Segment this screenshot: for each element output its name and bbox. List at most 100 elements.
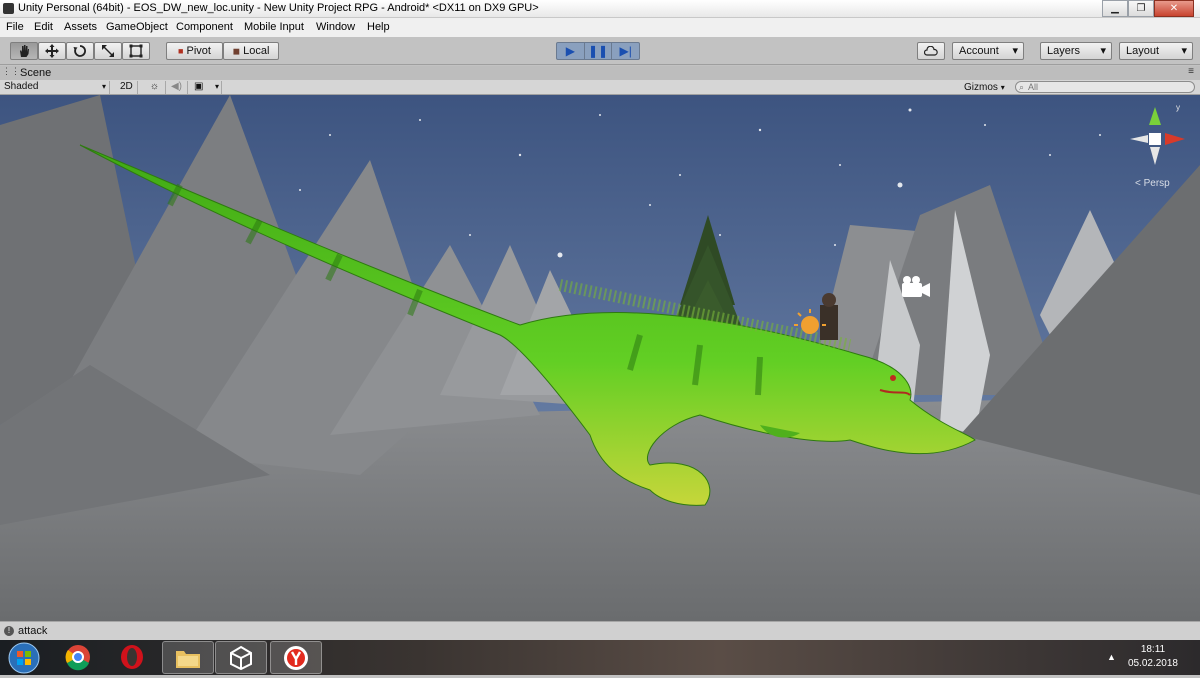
close-button[interactable]: ✕ bbox=[1154, 0, 1194, 17]
audio-toggle-button[interactable]: ◀) bbox=[166, 81, 188, 94]
tray-expand-icon[interactable]: ▲ bbox=[1107, 652, 1116, 662]
tab-menu-icon[interactable]: ≡ bbox=[1188, 66, 1194, 77]
minimize-button[interactable]: ▁ bbox=[1102, 0, 1128, 17]
scene-tab-bar: ⋮⋮ Scene ≡ bbox=[0, 66, 1200, 80]
local-label: Local bbox=[243, 45, 270, 57]
pivot-icon: ■ bbox=[178, 46, 184, 56]
2d-label: 2D bbox=[120, 81, 133, 92]
lighting-toggle-button[interactable]: ☼ bbox=[144, 81, 166, 94]
chevron-down-icon: ▾ bbox=[1012, 45, 1018, 57]
local-toggle-button[interactable]: ◼ Local bbox=[223, 42, 279, 60]
shading-mode-label: Shaded bbox=[4, 81, 39, 92]
hand-tool-button[interactable] bbox=[10, 42, 38, 60]
layers-label: Layers bbox=[1047, 45, 1081, 57]
layout-label: Layout bbox=[1126, 45, 1160, 57]
scene-viewport[interactable]: y < Persp bbox=[0, 95, 1200, 621]
sun-icon: ☼ bbox=[149, 81, 160, 92]
window-title: Unity Personal (64bit) - EOS_DW_new_loc.… bbox=[18, 2, 539, 14]
chevron-down-icon: ▾ bbox=[1100, 45, 1106, 57]
windows-taskbar: ▲ 18:11 05.02.2018 bbox=[0, 640, 1200, 675]
chrome-icon bbox=[65, 645, 90, 671]
console-status-bar[interactable]: ! attack bbox=[0, 621, 1200, 640]
windows-logo-icon bbox=[8, 642, 40, 674]
2d-toggle-button[interactable]: 2D bbox=[116, 81, 138, 94]
pivot-label: Pivot bbox=[186, 45, 211, 57]
effects-dropdown[interactable]: ▣ ▾ bbox=[190, 81, 222, 94]
rect-tool-icon bbox=[129, 44, 143, 58]
taskbar-opera[interactable] bbox=[106, 641, 158, 674]
chevron-down-icon: ▾ bbox=[214, 82, 219, 91]
yandex-browser-icon bbox=[284, 646, 308, 670]
layout-dropdown[interactable]: Layout ▾ bbox=[1119, 42, 1193, 60]
taskbar-yandex[interactable] bbox=[270, 641, 322, 674]
folder-icon bbox=[176, 651, 200, 668]
search-placeholder: All bbox=[1028, 82, 1039, 92]
maximize-button[interactable]: ❐ bbox=[1128, 0, 1154, 17]
status-message: attack bbox=[18, 625, 48, 637]
cloud-button[interactable] bbox=[917, 42, 945, 60]
chevron-down-icon: ▾ bbox=[1181, 45, 1187, 57]
window-controls: ▁ ❐ ✕ bbox=[1102, 0, 1194, 17]
scene-search-input[interactable]: ⌕ All bbox=[1015, 81, 1195, 93]
cloud-icon bbox=[923, 45, 938, 56]
menu-component[interactable]: Component bbox=[176, 21, 233, 33]
taskbar-chrome[interactable] bbox=[52, 641, 104, 674]
rect-tool-button[interactable] bbox=[122, 42, 150, 60]
speaker-icon: ◀) bbox=[170, 81, 183, 92]
svg-text:y: y bbox=[1176, 103, 1180, 112]
grip-icon: ⋮⋮ bbox=[2, 66, 20, 76]
menu-window[interactable]: Window bbox=[316, 21, 355, 33]
tab-scene[interactable]: Scene bbox=[20, 67, 51, 79]
unity-logo-icon bbox=[3, 3, 14, 14]
pause-button[interactable]: ❚❚ bbox=[585, 43, 613, 59]
menu-gameobject[interactable]: GameObject bbox=[106, 21, 168, 33]
rotate-icon bbox=[73, 45, 86, 57]
menu-help[interactable]: Help bbox=[367, 21, 390, 33]
play-button[interactable]: ▶ bbox=[557, 43, 585, 59]
hand-icon bbox=[20, 45, 29, 57]
clock-time: 18:11 bbox=[1140, 644, 1166, 655]
gizmos-dropdown[interactable]: Gizmos ▾ bbox=[964, 81, 1005, 94]
start-button[interactable] bbox=[2, 641, 46, 674]
scene-render: y bbox=[0, 95, 1200, 621]
persp-text: Persp bbox=[1143, 178, 1170, 189]
menu-edit[interactable]: Edit bbox=[34, 21, 53, 33]
rotate-tool-button[interactable] bbox=[66, 42, 94, 60]
scale-tool-button[interactable] bbox=[94, 42, 122, 60]
window-titlebar: Unity Personal (64bit) - EOS_DW_new_loc.… bbox=[0, 0, 1200, 18]
image-icon: ▣ bbox=[194, 81, 204, 92]
info-icon: ! bbox=[4, 626, 14, 636]
chevron-left-icon: < bbox=[1135, 178, 1141, 189]
taskbar-unity[interactable] bbox=[215, 641, 267, 674]
step-button[interactable]: ▶| bbox=[612, 43, 639, 59]
perspective-label[interactable]: < Persp bbox=[1135, 178, 1170, 189]
clock-date: 05.02.2018 bbox=[1127, 658, 1178, 669]
menu-file[interactable]: File bbox=[6, 21, 24, 33]
opera-icon bbox=[121, 645, 143, 669]
search-icon: ⌕ bbox=[1019, 82, 1025, 92]
main-toolbar: ■ Pivot ◼ Local ▶ ❚❚ ▶| Account ▾ Layers… bbox=[0, 37, 1200, 65]
move-icon bbox=[45, 44, 59, 58]
account-dropdown[interactable]: Account ▾ bbox=[952, 42, 1024, 60]
account-label: Account bbox=[959, 45, 999, 57]
taskbar-explorer[interactable] bbox=[162, 641, 214, 674]
shading-mode-dropdown[interactable]: Shaded ▾ bbox=[0, 81, 110, 94]
menu-bar: File Edit Assets GameObject Component Mo… bbox=[0, 18, 1200, 37]
scene-view-toolbar: Shaded ▾ 2D ☼ ◀) ▣ ▾ Gizmos ▾ ⌕ All bbox=[0, 80, 1200, 95]
gizmos-label: Gizmos bbox=[964, 82, 998, 93]
playback-controls: ▶ ❚❚ ▶| bbox=[556, 42, 640, 60]
scale-icon bbox=[102, 45, 114, 57]
player-character bbox=[820, 293, 838, 340]
play-icon: ▶ bbox=[565, 44, 575, 58]
chevron-down-icon: ▾ bbox=[1000, 83, 1005, 92]
menu-mobile-input[interactable]: Mobile Input bbox=[244, 21, 304, 33]
pivot-toggle-button[interactable]: ■ Pivot bbox=[166, 42, 223, 60]
pause-icon: ❚❚ bbox=[587, 44, 609, 58]
taskbar-clock[interactable]: 18:11 05.02.2018 bbox=[1128, 643, 1178, 671]
layers-dropdown[interactable]: Layers ▾ bbox=[1040, 42, 1112, 60]
menu-assets[interactable]: Assets bbox=[64, 21, 97, 33]
unity-icon bbox=[230, 645, 252, 671]
local-cube-icon: ◼ bbox=[232, 46, 241, 56]
step-icon: ▶| bbox=[619, 44, 632, 58]
move-tool-button[interactable] bbox=[38, 42, 66, 60]
